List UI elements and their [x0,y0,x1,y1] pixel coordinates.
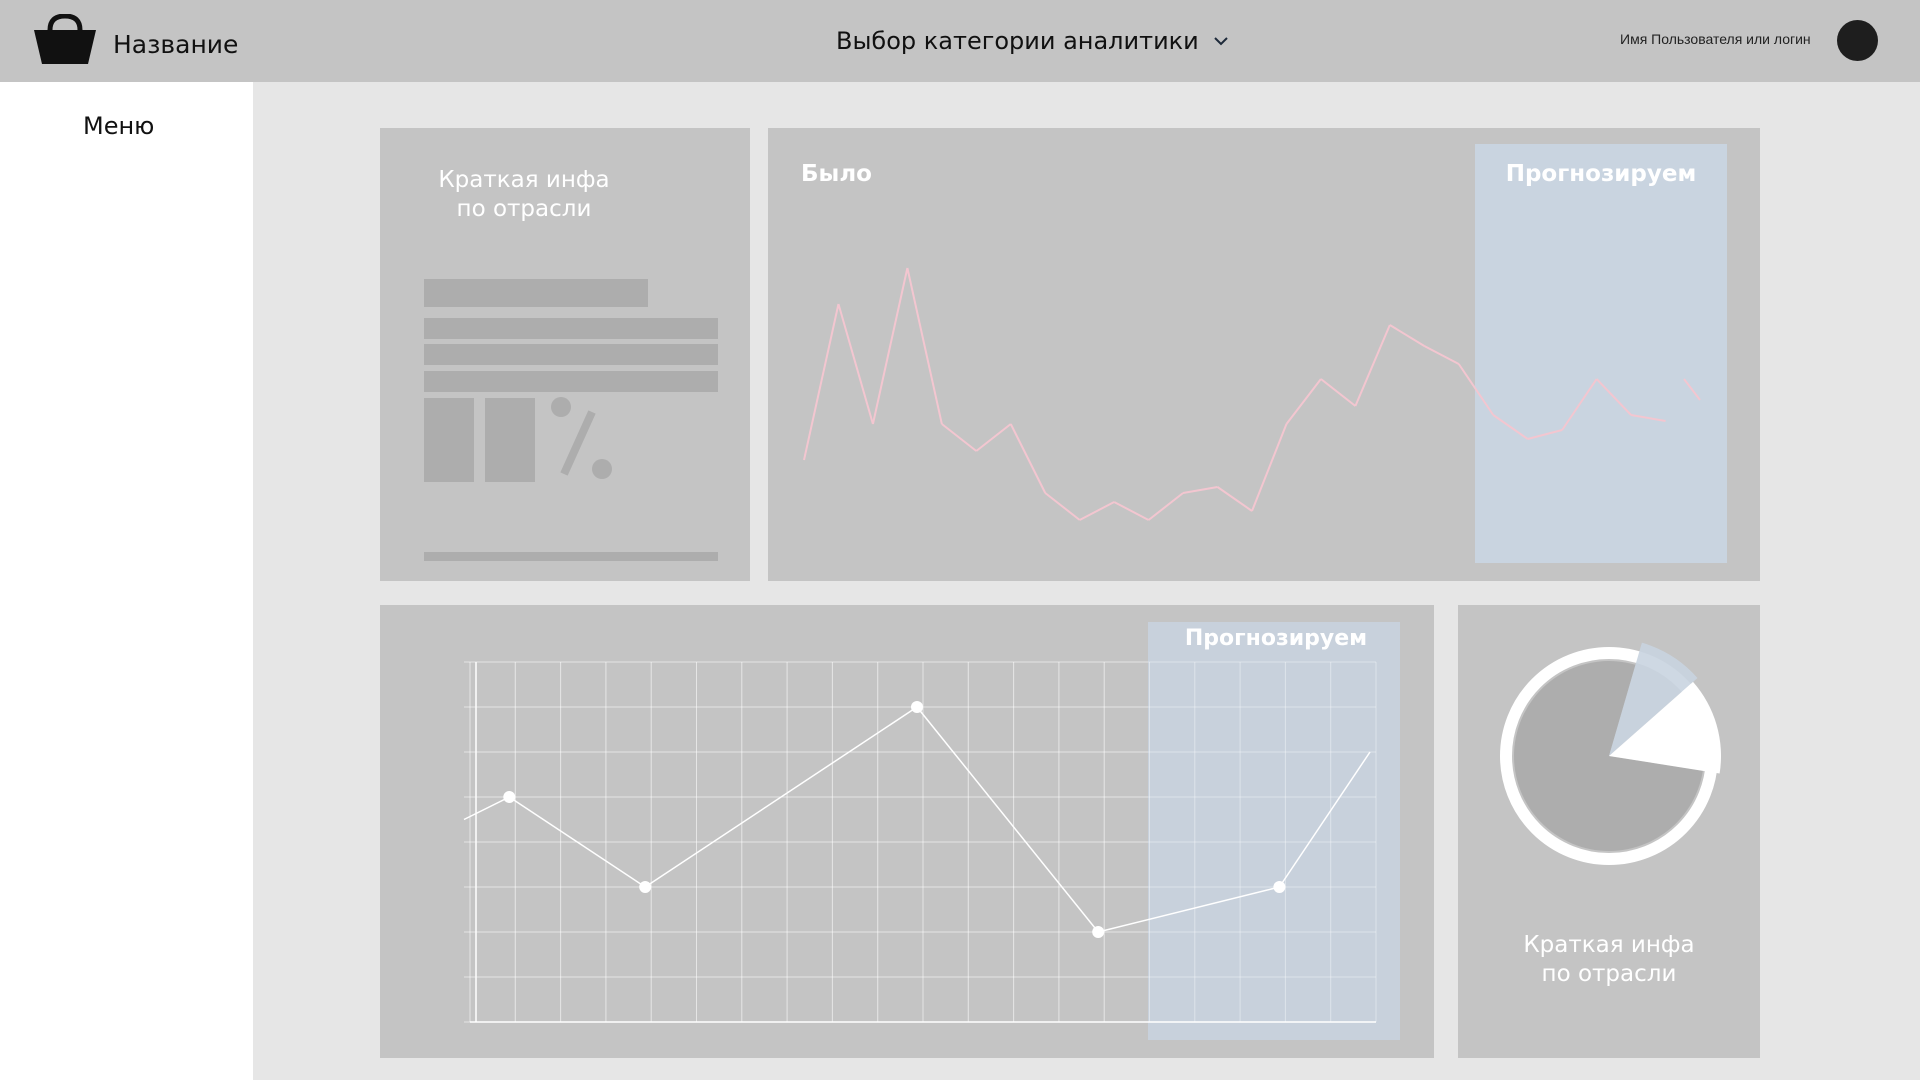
history-series-segment [1113,501,1150,521]
skeleton-footer-line [424,552,718,561]
history-series-segment [1182,486,1218,494]
history-series-segment [906,267,943,425]
skeleton-block [485,398,535,482]
history-chart: Было Прогнозируем [801,144,1727,563]
category-label: Выбор категории аналитики [836,27,1199,55]
avatar[interactable] [1837,20,1878,61]
past-label: Было [801,161,872,187]
forecast-label: Прогнозируем [1185,626,1367,651]
basket-icon[interactable] [32,14,98,66]
app-title: Название [113,30,239,59]
history-series-segment [975,423,1012,452]
skeleton-line [424,371,718,392]
history-series-segment [1216,486,1253,512]
forecast-point[interactable] [1092,926,1105,938]
sidebar [0,82,253,1080]
pie-info-title-line2: по отрасли [1541,961,1677,987]
forecast-chart: Прогнозируем [463,622,1400,1040]
history-series-segment [1147,492,1184,521]
menu-label[interactable]: Меню [83,112,154,140]
category-dropdown[interactable]: Выбор категории аналитики [836,24,1229,58]
forecast-label: Прогнозируем [1506,161,1697,187]
history-series-segment [1320,378,1357,407]
skeleton-line [424,318,718,339]
pie-info-title-line1: Краткая инфа [1523,932,1695,958]
history-series-segment [1423,345,1460,365]
history-series-segment [1251,423,1288,512]
history-series-segment [1079,501,1115,521]
pie-chart [1500,642,1721,865]
forecast-point[interactable] [911,701,923,713]
history-series-segment [1044,492,1081,521]
history-series-segment [871,267,909,425]
history-series-segment [837,303,874,425]
forecast-point[interactable] [503,791,516,803]
percent-icon [551,397,612,479]
history-series-segment [1354,324,1391,407]
forecast-chart-card: Прогнозируем [380,605,1434,1058]
forecast-series-segment [916,706,1099,933]
history-chart-card: Было Прогнозируем [768,128,1760,581]
user-name[interactable]: Имя Пользователя или логин [1620,31,1811,47]
pie-chart-card: Краткая инфа по отрасли [1458,605,1760,1058]
industry-info-title-line2: по отрасли [456,196,592,222]
forecast-point[interactable] [1273,881,1286,893]
history-series-segment [803,303,840,461]
forecast-point[interactable] [639,881,652,893]
industry-info-title-line1: Краткая инфа [438,167,610,193]
forecast-band [1475,144,1727,563]
industry-info-card: Краткая инфа по отрасли [380,128,750,581]
skeleton-line [424,344,718,365]
skeleton-heading [424,279,648,307]
industry-info-title: Краткая инфа по отрасли [404,166,644,224]
history-series-segment [1009,423,1047,494]
chevron-down-icon[interactable] [1213,35,1229,47]
skeleton-block [424,398,474,482]
pie-info-title: Краткая инфа по отрасли [1458,931,1760,989]
history-series-segment [1389,324,1425,347]
forecast-series-segment [463,796,510,821]
top-bar: Название Выбор категории аналитики Имя П… [0,0,1920,82]
history-series-segment [941,423,977,452]
history-series-segment [1285,378,1322,425]
